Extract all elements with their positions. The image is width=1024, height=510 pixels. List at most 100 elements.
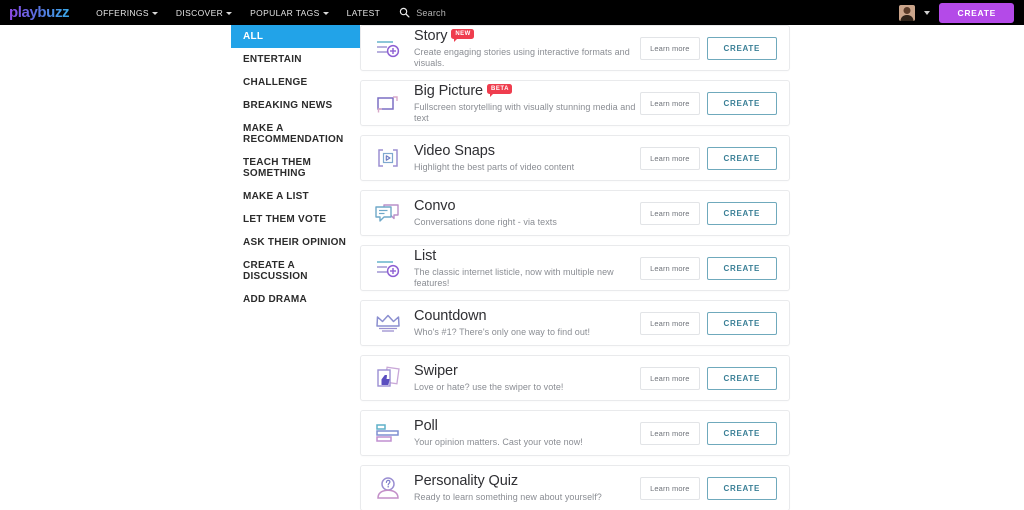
sidebar-item-all[interactable]: ALL — [231, 25, 360, 48]
card-title: Big Picture — [414, 82, 484, 99]
card-title-row: Convo — [414, 198, 640, 215]
page-body: ALL ENTERTAIN CHALLENGE BREAKING NEWS MA… — [0, 25, 1024, 510]
nav-item-offerings-label: OFFERINGS — [96, 7, 149, 18]
create-button[interactable]: CREATE — [706, 256, 777, 280]
main-nav-links: OFFERINGS DISCOVER POPULAR TAGS LATEST — [87, 8, 389, 18]
card-description: Ready to learn something new about yours… — [414, 492, 602, 502]
nav-item-popular-tags[interactable]: POPULAR TAGS — [241, 8, 338, 18]
card-description: Create engaging stories using interactiv… — [414, 46, 630, 68]
search-icon[interactable] — [399, 7, 410, 18]
format-card-swiper[interactable]: Swiper Love or hate? use the swiper to v… — [360, 355, 790, 401]
card-title: Video Snaps — [414, 143, 495, 159]
status-badge: BETA — [487, 83, 513, 97]
list-plus-icon — [371, 253, 405, 283]
format-card-countdown[interactable]: Countdown Who's #1? There's only one way… — [360, 300, 790, 346]
card-title-row: Story NEW — [414, 28, 640, 45]
create-button[interactable]: CREATE — [706, 366, 777, 390]
card-title-row: List — [414, 248, 640, 265]
learn-more-button[interactable]: Learn more — [640, 421, 700, 445]
person-question-icon — [371, 473, 405, 503]
card-title: Story — [414, 27, 448, 44]
category-sidebar: ALL ENTERTAIN CHALLENGE BREAKING NEWS MA… — [0, 25, 360, 311]
playbuzz-logo[interactable]: playbuzz — [9, 5, 70, 20]
list-plus-icon — [371, 33, 405, 63]
card-actions: Learn more CREATE — [640, 36, 777, 60]
learn-more-button[interactable]: Learn more — [640, 476, 700, 500]
card-description: The classic internet listicle, now with … — [414, 266, 614, 288]
create-button-header[interactable]: CREATE — [939, 2, 1014, 23]
fullscreen-expand-icon — [371, 88, 405, 118]
sidebar-item-breaking-news[interactable]: BREAKING NEWS — [231, 94, 360, 117]
card-text: Story NEW Create engaging stories using … — [414, 28, 640, 69]
nav-item-latest[interactable]: LATEST — [338, 8, 390, 18]
bar-poll-icon — [371, 418, 405, 448]
card-actions: Learn more CREATE — [640, 256, 777, 280]
sidebar-item-make-a-list[interactable]: MAKE A LIST — [231, 185, 360, 208]
format-card-convo[interactable]: Convo Conversations done right - via tex… — [360, 190, 790, 236]
card-description: Who's #1? There's only one way to find o… — [414, 327, 591, 337]
sidebar-item-make-a-recommendation[interactable]: MAKE A RECOMMENDATION — [231, 117, 360, 151]
card-description: Your opinion matters. Cast your vote now… — [414, 437, 583, 447]
card-actions: Learn more CREATE — [640, 201, 777, 225]
nav-item-latest-label: LATEST — [346, 7, 381, 18]
card-text: Video Snaps Highlight the best parts of … — [414, 143, 640, 173]
format-card-personality-quiz[interactable]: Personality Quiz Ready to learn somethin… — [360, 465, 790, 510]
create-button[interactable]: CREATE — [706, 476, 777, 500]
sidebar-item-create-a-discussion[interactable]: CREATE A DISCUSSION — [231, 254, 360, 288]
card-title-row: Video Snaps — [414, 143, 640, 160]
card-title-row: Countdown — [414, 308, 640, 325]
speech-bubbles-icon — [371, 198, 405, 228]
nav-item-discover-label: DISCOVER — [175, 7, 224, 18]
sidebar-item-teach-them-something[interactable]: TEACH THEM SOMETHING — [231, 151, 360, 185]
nav-item-offerings[interactable]: OFFERINGS — [87, 8, 167, 18]
learn-more-button[interactable]: Learn more — [640, 36, 700, 60]
user-menu-chevron-down-icon[interactable] — [924, 10, 931, 15]
sidebar-item-add-drama[interactable]: ADD DRAMA — [231, 288, 360, 311]
chevron-down-icon — [226, 11, 233, 15]
avatar-head — [903, 6, 911, 14]
card-description: Conversations done right - via texts — [414, 217, 557, 227]
create-button[interactable]: CREATE — [706, 146, 777, 170]
card-title: Countdown — [414, 308, 487, 324]
create-button[interactable]: CREATE — [706, 36, 777, 60]
sidebar-item-let-them-vote[interactable]: LET THEM VOTE — [231, 208, 360, 231]
create-button[interactable]: CREATE — [706, 421, 777, 445]
card-actions: Learn more CREATE — [640, 91, 777, 115]
format-card-big-picture[interactable]: Big Picture BETA Fullscreen storytelling… — [360, 80, 790, 126]
card-title: Convo — [414, 198, 456, 214]
format-card-poll[interactable]: Poll Your opinion matters. Cast your vot… — [360, 410, 790, 456]
learn-more-button[interactable]: Learn more — [640, 311, 700, 335]
sidebar-item-ask-their-opinion[interactable]: ASK THEIR OPINION — [231, 231, 360, 254]
top-right-controls: CREATE — [899, 2, 1014, 23]
nav-item-discover[interactable]: DISCOVER — [167, 8, 241, 18]
nav-item-popular-tags-label: POPULAR TAGS — [250, 7, 320, 18]
create-button[interactable]: CREATE — [706, 91, 777, 115]
sidebar-item-entertain[interactable]: ENTERTAIN — [231, 48, 360, 71]
card-title: Poll — [414, 418, 438, 434]
card-actions: Learn more CREATE — [640, 146, 777, 170]
card-stack-thumbsup-icon — [371, 363, 405, 393]
chevron-down-icon — [151, 11, 158, 15]
create-button[interactable]: CREATE — [706, 311, 777, 335]
card-title-row: Big Picture BETA — [414, 83, 640, 100]
card-title: Personality Quiz — [414, 473, 518, 489]
card-description: Highlight the best parts of video conten… — [414, 162, 575, 172]
format-card-story[interactable]: Story NEW Create engaging stories using … — [360, 25, 790, 71]
card-description: Love or hate? use the swiper to vote! — [414, 382, 564, 392]
learn-more-button[interactable]: Learn more — [640, 256, 700, 280]
learn-more-button[interactable]: Learn more — [640, 146, 700, 170]
create-button[interactable]: CREATE — [706, 201, 777, 225]
search-area[interactable]: Search — [399, 7, 446, 18]
card-title-row: Swiper — [414, 363, 640, 380]
avatar[interactable] — [899, 4, 916, 21]
card-text: Swiper Love or hate? use the swiper to v… — [414, 363, 640, 393]
format-card-video-snaps[interactable]: Video Snaps Highlight the best parts of … — [360, 135, 790, 181]
sidebar-item-challenge[interactable]: CHALLENGE — [231, 71, 360, 94]
learn-more-button[interactable]: Learn more — [640, 366, 700, 390]
search-input[interactable]: Search — [416, 8, 446, 18]
learn-more-button[interactable]: Learn more — [640, 201, 700, 225]
format-card-list: Story NEW Create engaging stories using … — [360, 25, 1024, 510]
learn-more-button[interactable]: Learn more — [640, 91, 700, 115]
card-title: Swiper — [414, 363, 458, 379]
format-card-list-item[interactable]: List The classic internet listicle, now … — [360, 245, 790, 291]
